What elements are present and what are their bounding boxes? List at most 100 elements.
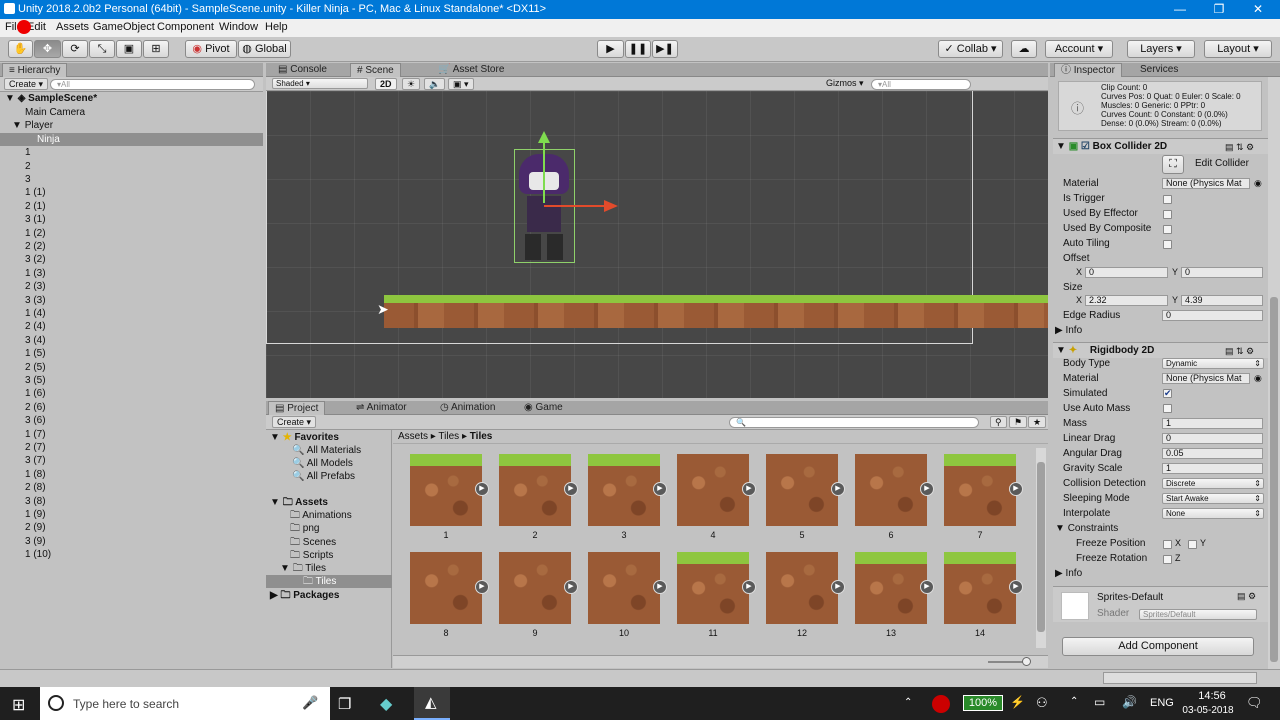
scale-tool-icon[interactable]: ⤡ xyxy=(89,40,115,58)
unity-taskbar-app[interactable]: ◭ xyxy=(414,687,450,720)
tab-hierarchy[interactable]: ≡ Hierarchy xyxy=(2,63,68,77)
interpolate-dropdown[interactable]: None ⇕ xyxy=(1162,508,1264,519)
tile-thumbnail[interactable] xyxy=(855,454,927,526)
tile-thumbnail[interactable] xyxy=(766,552,838,624)
collision-detection-dropdown[interactable]: Discrete ⇕ xyxy=(1162,478,1264,489)
scene-search-input[interactable]: ▾All xyxy=(871,79,971,90)
tab-animator[interactable]: ⇌ Animator xyxy=(350,401,413,415)
menu-component[interactable]: Component xyxy=(157,21,214,33)
hierarchy-item[interactable]: 1 (6) xyxy=(0,387,263,400)
hierarchy-item[interactable]: 1 (7) xyxy=(0,428,263,441)
hierarchy-item[interactable]: 2 (5) xyxy=(0,361,263,374)
chevron-up-icon[interactable]: ⌃ xyxy=(1070,696,1078,707)
sprite-expand-icon[interactable]: ▶ xyxy=(742,482,756,496)
tile-thumbnail[interactable] xyxy=(499,552,571,624)
close-button[interactable]: ✕ xyxy=(1240,0,1276,19)
task-view-icon[interactable]: ❐ xyxy=(338,695,351,713)
network-icon[interactable]: ▭ xyxy=(1094,695,1105,709)
scene-root-row[interactable]: ▼ ◈ SampleScene* xyxy=(0,92,263,106)
toggle-2d-button[interactable]: 2D xyxy=(375,78,397,90)
size-x-field[interactable]: 2.32 xyxy=(1085,295,1168,306)
used-by-effector-checkbox[interactable] xyxy=(1163,210,1172,219)
grid-scroll-thumb[interactable] xyxy=(1037,462,1045,632)
folder-tiles[interactable]: ▼ 🗀 Tiles xyxy=(280,562,326,575)
folder-png[interactable]: 🗀 png xyxy=(290,522,319,535)
edge-radius-field[interactable]: 0 xyxy=(1162,310,1263,321)
sprite-expand-icon[interactable]: ▶ xyxy=(475,580,489,594)
hierarchy-item[interactable]: 2 (4) xyxy=(0,320,263,333)
tab-console[interactable]: ▤ Console xyxy=(272,63,333,77)
is-trigger-checkbox[interactable] xyxy=(1163,195,1172,204)
tile-thumbnail[interactable] xyxy=(410,552,482,624)
hierarchy-item[interactable]: 3 (9) xyxy=(0,535,263,548)
windows-start-icon[interactable]: ⊞ xyxy=(12,695,25,715)
folder-scenes[interactable]: 🗀 Scenes xyxy=(290,536,336,549)
packages-row[interactable]: ▶ 🗀 Packages xyxy=(270,589,339,602)
tab-services[interactable]: Services xyxy=(1134,63,1184,77)
layout-dropdown[interactable]: Layout ▾ xyxy=(1204,40,1272,58)
cloud-icon[interactable]: ☁ xyxy=(1011,40,1037,58)
hierarchy-item[interactable]: 2 (8) xyxy=(0,481,263,494)
hierarchy-item[interactable]: 2 xyxy=(0,160,263,173)
fav-all-prefabs[interactable]: 🔍 All Prefabs xyxy=(292,470,355,483)
taskbar-search-box[interactable]: Type here to search 🎤 xyxy=(40,687,330,720)
notification-icon[interactable]: 🗨 xyxy=(1246,695,1263,711)
hierarchy-item[interactable]: Ninja xyxy=(0,132,263,147)
gizmos-dropdown[interactable]: Gizmos ▾ xyxy=(822,78,868,90)
move-tool-icon[interactable]: ✥ xyxy=(34,40,61,58)
shader-dropdown[interactable]: Sprites/Default xyxy=(1139,609,1257,620)
folder-scripts[interactable]: 🗀 Scripts xyxy=(290,549,333,562)
add-component-button[interactable]: Add Component xyxy=(1062,637,1254,656)
menu-gameobject[interactable]: GameObject xyxy=(93,21,155,33)
inspector-scrollbar[interactable] xyxy=(1268,77,1280,669)
breadcrumb-item[interactable]: Tiles xyxy=(438,431,459,442)
tray-expand-icon[interactable]: ⌃ xyxy=(904,697,912,708)
account-dropdown[interactable]: Account ▾ xyxy=(1045,40,1113,58)
hierarchy-item[interactable]: 2 (1) xyxy=(0,200,263,213)
folder-tiles-child[interactable]: 🗀 Tiles xyxy=(266,575,392,589)
edit-collider-label[interactable]: Edit Collider xyxy=(1195,158,1249,169)
tab-game[interactable]: ◉ Game xyxy=(518,401,569,415)
hierarchy-item[interactable]: 1 (1) xyxy=(0,186,263,199)
enable-checkbox-icon[interactable]: ☑ xyxy=(1081,141,1090,152)
menu-assets[interactable]: Assets xyxy=(56,21,89,33)
battery-indicator[interactable]: 100% xyxy=(963,695,1003,711)
fav-all-models[interactable]: 🔍 All Models xyxy=(292,457,353,470)
arrow-right-icon[interactable] xyxy=(604,200,618,212)
freeze-pos-x-checkbox[interactable] xyxy=(1163,540,1172,549)
pause-button[interactable]: ❚❚ xyxy=(625,40,651,58)
hierarchy-item[interactable]: 3 (4) xyxy=(0,334,263,347)
hierarchy-item[interactable]: 3 (5) xyxy=(0,374,263,387)
collider-info-foldout[interactable]: ▶ Info xyxy=(1055,325,1082,336)
play-button[interactable]: ▶ xyxy=(597,40,624,58)
favorite-star-icon[interactable]: ★ xyxy=(1028,416,1047,428)
sprite-expand-icon[interactable]: ▶ xyxy=(742,580,756,594)
hierarchy-item[interactable]: 3 (1) xyxy=(0,213,263,226)
hierarchy-item[interactable]: 3 (7) xyxy=(0,454,263,467)
rigidbody-header[interactable]: ▼ ✦ Rigidbody 2D ▤ ⇅ ⚙ xyxy=(1053,342,1268,358)
sprite-expand-icon[interactable]: ▶ xyxy=(1009,580,1023,594)
object-picker-icon[interactable]: ◉ xyxy=(1254,373,1262,384)
hierarchy-item[interactable]: 2 (2) xyxy=(0,240,263,253)
filter-label-icon[interactable]: ⚑ xyxy=(1009,416,1028,428)
hierarchy-item[interactable]: 1 (10) xyxy=(0,548,263,561)
language-indicator[interactable]: ENG xyxy=(1150,697,1174,709)
hierarchy-item[interactable]: 1 (3) xyxy=(0,267,263,280)
offset-x-field[interactable]: 0 xyxy=(1085,267,1168,278)
sprite-expand-icon[interactable]: ▶ xyxy=(475,482,489,496)
sprite-expand-icon[interactable]: ▶ xyxy=(831,482,845,496)
audio-icon[interactable]: 🔈 xyxy=(424,78,446,90)
sprite-expand-icon[interactable]: ▶ xyxy=(920,482,934,496)
box-collider-header[interactable]: ▼ ▣ ☑ Box Collider 2D ▤ ⇅ ⚙ xyxy=(1053,138,1268,154)
move-gizmo-x-axis[interactable] xyxy=(544,205,606,207)
hierarchy-item[interactable]: 3 (2) xyxy=(0,253,263,266)
volume-icon[interactable]: 🔊 xyxy=(1122,695,1137,709)
hierarchy-item[interactable]: 3 (8) xyxy=(0,495,263,508)
gravity-scale-field[interactable]: 1 xyxy=(1162,463,1263,474)
tab-asset-store[interactable]: 🛒 Asset Store xyxy=(432,63,510,77)
tile-thumbnail[interactable] xyxy=(855,552,927,624)
global-toggle[interactable]: ◍ Global xyxy=(238,40,291,58)
constraints-foldout[interactable]: ▼ Constraints xyxy=(1055,523,1118,534)
tab-animation[interactable]: ◷ Animation xyxy=(434,401,501,415)
transform-tool-icon[interactable]: ⊞ xyxy=(143,40,169,58)
